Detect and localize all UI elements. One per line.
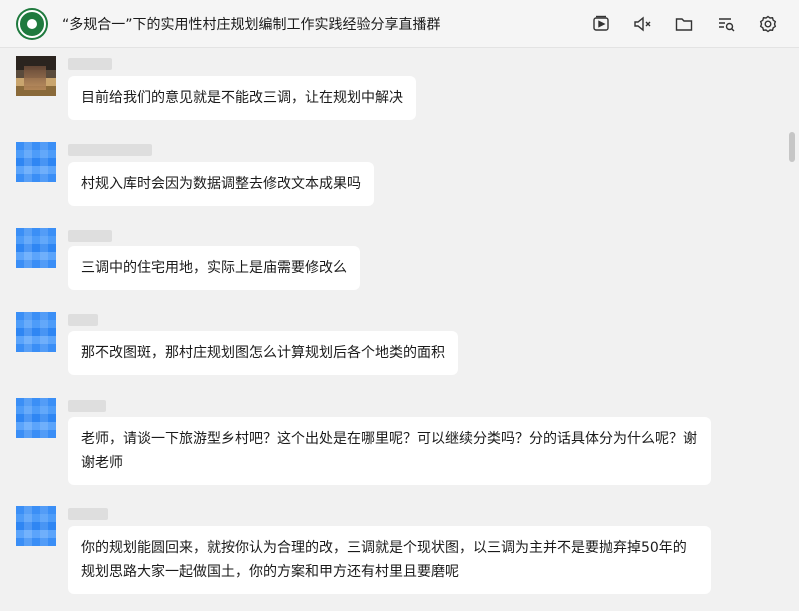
scrollbar[interactable]: [788, 48, 799, 611]
live-icon[interactable]: [590, 13, 612, 35]
avatar[interactable]: [16, 312, 56, 352]
avatar[interactable]: [16, 56, 56, 96]
group-avatar[interactable]: [16, 8, 48, 40]
sender-name: [68, 314, 98, 326]
chat-header: “多规合一”下的实用性村庄规划编制工作实践经验分享直播群: [0, 0, 799, 48]
sender-name: [68, 400, 106, 412]
sender-name: [68, 230, 112, 242]
avatar[interactable]: [16, 228, 56, 268]
message-bubble[interactable]: 那不改图斑，那村庄规划图怎么计算规划后各个地类的面积: [68, 331, 458, 375]
chat-title: “多规合一”下的实用性村庄规划编制工作实践经验分享直播群: [62, 17, 441, 33]
sender-name: [68, 144, 152, 156]
sender-name: [68, 508, 108, 520]
mute-icon[interactable]: [631, 13, 653, 35]
sender-name: [68, 58, 112, 70]
message-list[interactable]: 目前给我们的意见就是不能改三调，让在规划中解决 村规入库时会因为数据调整去修改文…: [0, 48, 786, 611]
scrollbar-thumb[interactable]: [789, 132, 795, 162]
avatar[interactable]: [16, 506, 56, 546]
message-bubble[interactable]: 老师，请谈一下旅游型乡村吧？这个出处是在哪里呢？可以继续分类吗？分的话具体分为什…: [68, 417, 711, 485]
folder-icon[interactable]: [673, 13, 695, 35]
message-bubble[interactable]: 村规入库时会因为数据调整去修改文本成果吗: [68, 162, 374, 206]
avatar[interactable]: [16, 142, 56, 182]
message-bubble[interactable]: 你的规划能圆回来，就按你认为合理的改，三调就是个现状图，以三调为主并不是要抛弃掉…: [68, 526, 711, 594]
avatar[interactable]: [16, 398, 56, 438]
message-bubble[interactable]: 三调中的住宅用地，实际上是庙需要修改么: [68, 246, 360, 290]
search-chat-icon[interactable]: [715, 13, 737, 35]
settings-icon[interactable]: [757, 13, 779, 35]
message-bubble[interactable]: 目前给我们的意见就是不能改三调，让在规划中解决: [68, 76, 416, 120]
